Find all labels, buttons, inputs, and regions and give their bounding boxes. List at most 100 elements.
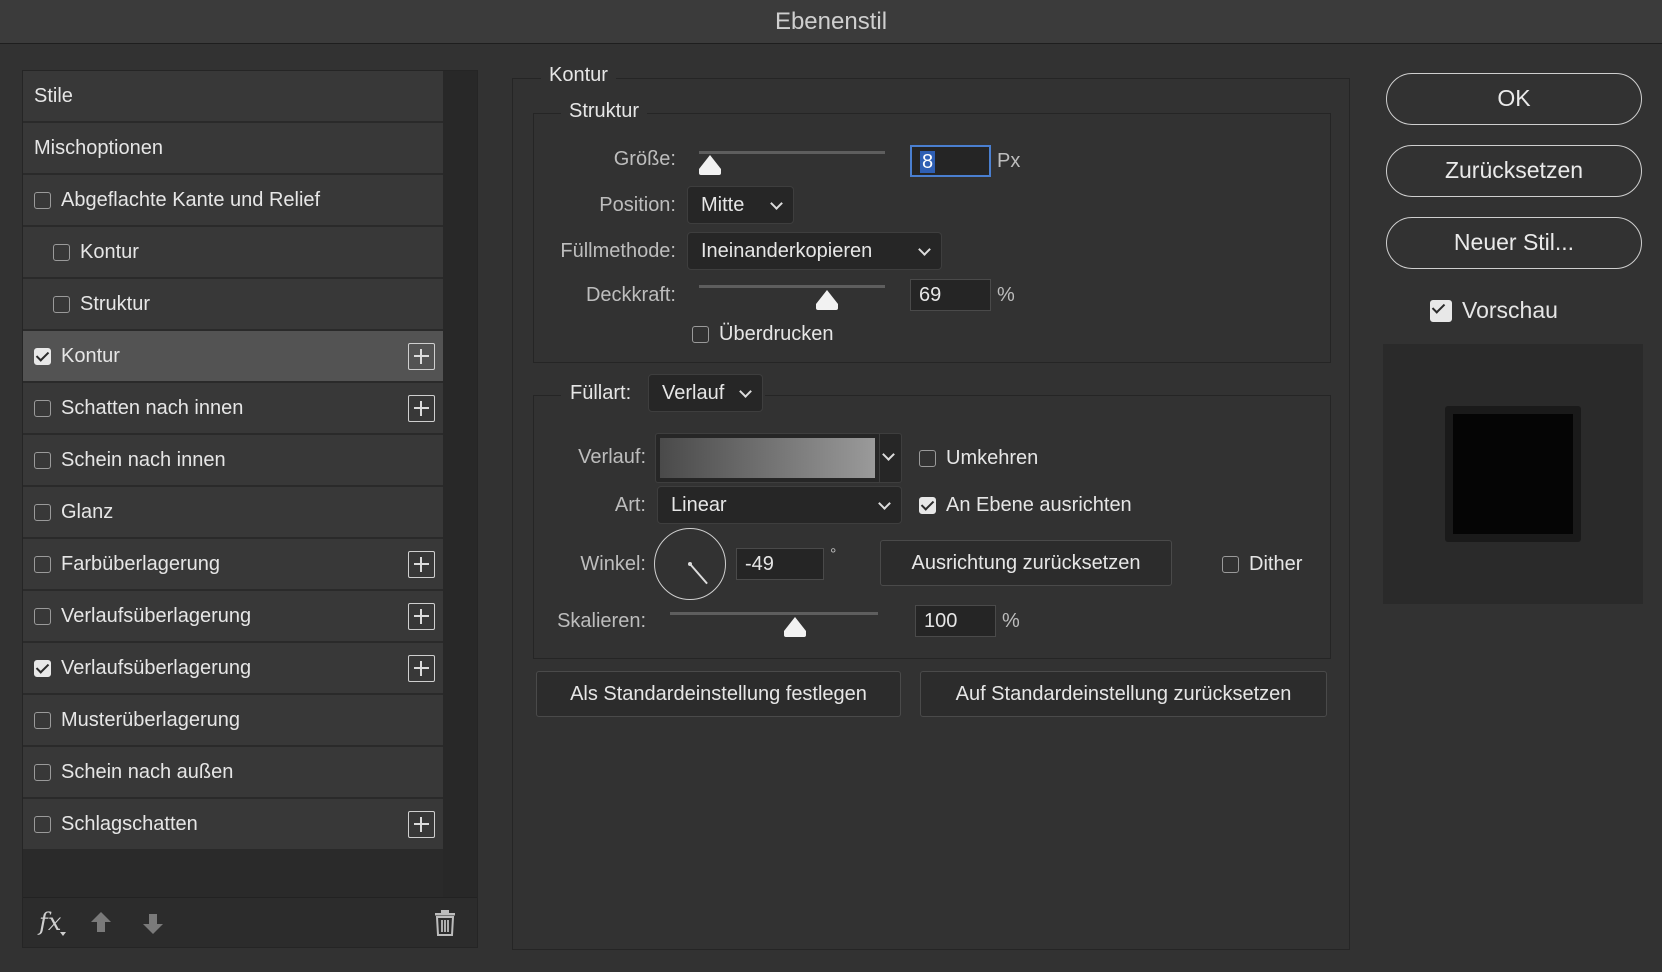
scale-input[interactable]: 100	[915, 605, 996, 637]
list-item-label: Kontur	[61, 344, 120, 367]
list-item[interactable]: Stile	[23, 71, 443, 122]
blend-mode-label: Füllmethode:	[560, 240, 676, 262]
list-item[interactable]: Verlaufsüberlagerung	[23, 591, 443, 642]
list-item-checkbox[interactable]	[34, 347, 51, 365]
size-unit: Px	[997, 150, 1021, 172]
list-item-checkbox[interactable]	[34, 191, 51, 209]
list-item-checkbox[interactable]	[53, 295, 70, 313]
size-slider-track[interactable]	[699, 151, 885, 154]
chevron-down-icon	[739, 385, 752, 398]
angle-dial[interactable]	[654, 528, 726, 600]
fill-type-label: Füllart:	[570, 382, 632, 404]
gradient-picker[interactable]	[655, 433, 902, 483]
reset-to-default-button[interactable]: Auf Standardeinstellung zurücksetzen	[920, 671, 1327, 717]
opacity-slider-track[interactable]	[699, 285, 885, 288]
preview-checkbox[interactable]: Vorschau	[1430, 297, 1558, 324]
list-item-label: Abgeflachte Kante und Relief	[61, 188, 321, 211]
list-item-checkbox[interactable]	[34, 607, 51, 625]
add-effect-icon[interactable]	[408, 811, 435, 838]
fx-dropdown-icon	[60, 932, 66, 936]
overprint-checkbox[interactable]: Überdrucken	[692, 323, 834, 346]
make-default-button[interactable]: Als Standardeinstellung festlegen	[536, 671, 901, 717]
style-value: Linear	[671, 494, 727, 516]
position-label: Position:	[599, 194, 676, 216]
fx-icon[interactable]: fx	[39, 908, 61, 936]
blend-mode-value: Ineinanderkopieren	[701, 240, 873, 262]
add-effect-icon[interactable]	[408, 655, 435, 682]
list-item-checkbox[interactable]	[53, 243, 70, 261]
add-effect-icon[interactable]	[408, 395, 435, 422]
chevron-down-icon	[918, 243, 931, 256]
list-item[interactable]: Kontur	[23, 227, 443, 278]
list-item-checkbox[interactable]	[34, 503, 51, 521]
list-item-checkbox[interactable]	[34, 555, 51, 573]
fill-type-value: Verlauf	[662, 382, 725, 404]
reverse-checkbox-box[interactable]	[919, 450, 936, 467]
chevron-down-icon	[878, 497, 891, 510]
window-title: Ebenenstil	[0, 0, 1662, 44]
list-item-checkbox[interactable]	[34, 399, 51, 417]
list-item[interactable]: Musterüberlagerung	[23, 695, 443, 746]
list-item-label: Kontur	[80, 240, 139, 263]
list-item[interactable]: Verlaufsüberlagerung	[23, 643, 443, 694]
align-with-layer-checkbox-box[interactable]	[919, 497, 936, 514]
style-dropdown[interactable]: Linear	[657, 486, 902, 524]
position-dropdown[interactable]: Mitte	[687, 186, 794, 224]
angle-input[interactable]: -49	[736, 548, 824, 580]
arrow-up-icon[interactable]	[89, 910, 113, 940]
chevron-down-icon	[882, 448, 895, 461]
list-item[interactable]: Schein nach außen	[23, 747, 443, 798]
size-input[interactable]: 8	[910, 145, 991, 177]
list-item-checkbox[interactable]	[34, 815, 51, 833]
align-with-layer-label: An Ebene ausrichten	[946, 494, 1132, 516]
list-item-checkbox[interactable]	[34, 659, 51, 677]
blend-mode-dropdown[interactable]: Ineinanderkopieren	[687, 232, 942, 270]
list-item-label: Schlagschatten	[61, 812, 198, 835]
gradient-swatch[interactable]	[660, 438, 875, 478]
list-item[interactable]: Schein nach innen	[23, 435, 443, 486]
list-item-checkbox[interactable]	[34, 711, 51, 729]
list-item-label: Farbüberlagerung	[61, 552, 220, 575]
list-item[interactable]: Farbüberlagerung	[23, 539, 443, 590]
add-effect-icon[interactable]	[408, 343, 435, 370]
add-effect-icon[interactable]	[408, 551, 435, 578]
list-item[interactable]: Glanz	[23, 487, 443, 538]
list-item[interactable]: Mischoptionen	[23, 123, 443, 174]
list-item-label: Schatten nach innen	[61, 396, 244, 419]
list-item[interactable]: Abgeflachte Kante und Relief	[23, 175, 443, 226]
gradient-divider	[879, 434, 880, 482]
size-value: 8	[920, 151, 936, 173]
arrow-down-icon[interactable]	[141, 912, 165, 942]
preview-label: Vorschau	[1462, 297, 1558, 323]
trash-icon[interactable]	[434, 910, 456, 942]
opacity-slider-thumb[interactable]	[816, 290, 839, 310]
preview-checkbox-box[interactable]	[1430, 299, 1452, 322]
overprint-checkbox-box[interactable]	[692, 326, 709, 343]
fill-type-dropdown[interactable]: Verlauf	[648, 374, 763, 412]
list-item-checkbox[interactable]	[34, 451, 51, 469]
scale-slider-thumb[interactable]	[783, 617, 806, 637]
add-effect-icon[interactable]	[408, 603, 435, 630]
style-label: Art:	[614, 494, 646, 516]
reverse-checkbox[interactable]: Umkehren	[919, 447, 1038, 470]
list-item[interactable]: Struktur	[23, 279, 443, 330]
ok-button[interactable]: OK	[1386, 73, 1642, 125]
list-item-label: Verlaufsüberlagerung	[61, 656, 252, 679]
dither-checkbox-box[interactable]	[1222, 556, 1239, 573]
scrollbar[interactable]	[443, 71, 477, 897]
reset-alignment-button[interactable]: Ausrichtung zurücksetzen	[880, 540, 1172, 586]
opacity-input[interactable]: 69	[910, 279, 991, 311]
align-with-layer-checkbox[interactable]: An Ebene ausrichten	[919, 494, 1132, 517]
list-item-label: Glanz	[61, 500, 114, 523]
reset-button[interactable]: Zurücksetzen	[1386, 145, 1642, 197]
list-item[interactable]: Schatten nach innen	[23, 383, 443, 434]
size-slider-thumb[interactable]	[699, 155, 722, 175]
list-item-checkbox[interactable]	[34, 763, 51, 781]
list-item[interactable]: Schlagschatten	[23, 799, 443, 850]
list-item-label: Schein nach innen	[61, 448, 226, 471]
dither-checkbox[interactable]: Dither	[1222, 553, 1302, 576]
structure-legend: Struktur	[561, 100, 648, 123]
new-style-button[interactable]: Neuer Stil...	[1386, 217, 1642, 269]
list-item[interactable]: Kontur	[23, 331, 443, 382]
scale-slider-track[interactable]	[670, 612, 878, 615]
